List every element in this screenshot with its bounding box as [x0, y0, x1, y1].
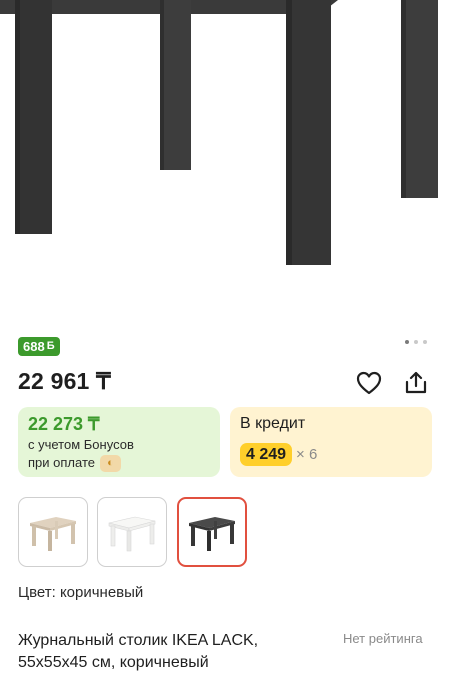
gallery-dot[interactable] [423, 340, 427, 344]
color-option-white[interactable] [97, 497, 167, 567]
product-title: Журнальный столик IKEA LACK, 55x55x45 см… [18, 632, 259, 671]
bonus-price: 22 273 ₸ [28, 414, 100, 434]
credit-card[interactable]: В кредит 4 249 × 6 [230, 407, 432, 477]
gallery-pagination [405, 340, 427, 344]
credit-title: В кредит [240, 415, 306, 432]
bonus-b-icon: Б [46, 340, 55, 352]
product-price: 22 961 ₸ [18, 368, 111, 394]
bonus-amount: 688 [23, 339, 45, 354]
color-option-brown[interactable] [177, 497, 247, 567]
share-icon[interactable] [402, 369, 430, 397]
payment-service-icon: ◐ [99, 454, 121, 472]
product-image[interactable] [0, 0, 451, 300]
bonus-payment-note: при оплате [28, 455, 95, 470]
bonus-price-card[interactable]: 22 273 ₸ с учетом Бонусов при оплате ◐ [18, 407, 220, 477]
gallery-dot[interactable] [414, 340, 418, 344]
selected-color-label: Цвет: коричневый [18, 584, 144, 601]
color-option-beige[interactable] [18, 497, 88, 567]
gallery-dot[interactable] [405, 340, 409, 344]
credit-monthly-amount: 4 249 [240, 443, 293, 466]
table-image [0, 0, 438, 265]
bonus-note: с учетом Бонусов [28, 437, 134, 452]
rating-status[interactable]: Нет рейтинга [343, 631, 423, 646]
heart-icon[interactable] [355, 369, 383, 397]
bonus-badge: 688 Б [18, 337, 60, 356]
credit-months: × 6 [296, 446, 318, 463]
